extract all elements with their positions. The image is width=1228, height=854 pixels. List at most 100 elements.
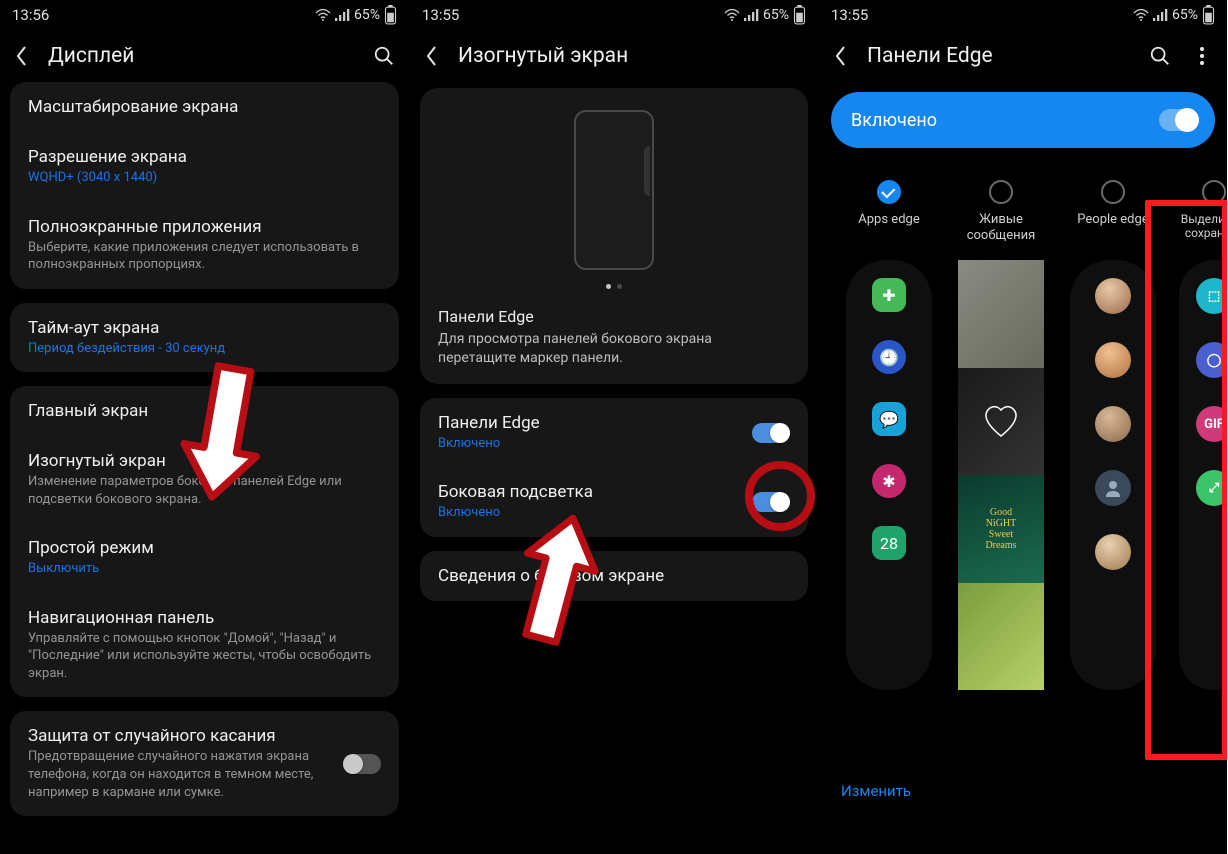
header: Изогнутый экран bbox=[410, 30, 818, 82]
label: Масштабирование экрана bbox=[28, 97, 381, 117]
edge-preview-card: Панели Edge Для просмотра панелей боково… bbox=[420, 88, 808, 384]
panel-select-save: Выделить и сохранить ⬚ ◯ GIF ⤢ bbox=[1179, 180, 1227, 768]
toggle-edge-lighting[interactable] bbox=[752, 492, 790, 512]
panel-live-messages: Живые сообщения GoodNiGHTSweetDreams bbox=[955, 180, 1047, 768]
image-thumb bbox=[958, 260, 1044, 368]
gallery-icon: ✱ bbox=[872, 464, 906, 498]
battery-pct: 65% bbox=[354, 7, 380, 23]
label: Простой режим bbox=[28, 538, 381, 558]
battery-icon bbox=[384, 5, 397, 25]
page-title: Изогнутый экран bbox=[458, 44, 804, 68]
tool-icon: ⬚ bbox=[1196, 278, 1227, 314]
preview-desc: Для просмотра панелей бокового экрана пе… bbox=[438, 330, 790, 368]
item-edge-panels[interactable]: Панели Edge Включено bbox=[420, 398, 808, 468]
panel-preview-tools[interactable]: ⬚ ◯ GIF ⤢ bbox=[1179, 260, 1227, 690]
panel-label: Выделить и сохранить bbox=[1179, 212, 1227, 246]
page-title: Панели Edge bbox=[867, 44, 1129, 68]
wifi-icon bbox=[724, 9, 740, 22]
toggle-accidental[interactable] bbox=[343, 754, 381, 774]
item-screen-scaling[interactable]: Масштабирование экрана bbox=[10, 82, 399, 132]
calendar-icon: 28 bbox=[872, 526, 906, 560]
avatar bbox=[1095, 278, 1131, 314]
sublabel: Управляйте с помощью кнопок "Домой", "На… bbox=[28, 630, 381, 683]
phone-screen-display: 13:56 65% Дисплей Масштабирование экрана… bbox=[0, 0, 409, 854]
search-icon[interactable] bbox=[373, 45, 395, 67]
checkbox-select[interactable] bbox=[1202, 180, 1226, 204]
status-time: 13:55 bbox=[831, 6, 868, 24]
image-thumb bbox=[958, 368, 1044, 476]
tool-icon: GIF bbox=[1196, 406, 1227, 442]
battery-pct: 65% bbox=[1172, 7, 1198, 23]
preview-title: Панели Edge bbox=[438, 307, 790, 326]
item-accidental-touch[interactable]: Защита от случайного касания Предотвраще… bbox=[10, 711, 399, 816]
panel-label: Живые сообщения bbox=[955, 212, 1047, 246]
panel-preview-live[interactable]: GoodNiGHTSweetDreams bbox=[958, 260, 1044, 690]
panel-people-edge: People edge bbox=[1067, 180, 1159, 768]
label: Сведения о боковом экране bbox=[438, 566, 790, 586]
clock-icon: 🕘 bbox=[872, 340, 906, 374]
signal-icon bbox=[335, 9, 350, 22]
label: Главный экран bbox=[28, 401, 381, 421]
tool-icon: ◯ bbox=[1196, 342, 1227, 378]
item-resolution[interactable]: Разрешение экрана WQHD+ (3040 x 1440) bbox=[10, 132, 399, 202]
item-edge-lighting[interactable]: Боковая подсветка Включено bbox=[420, 467, 808, 537]
checkbox-people[interactable] bbox=[1101, 180, 1125, 204]
wifi-icon bbox=[315, 9, 331, 22]
image-thumb: GoodNiGHTSweetDreams bbox=[958, 475, 1044, 583]
toggle-edge-panels[interactable] bbox=[752, 423, 790, 443]
header: Панели Edge bbox=[819, 30, 1227, 82]
battery-icon bbox=[793, 5, 806, 25]
item-edge-screen[interactable]: Изогнутый экран Изменение параметров бок… bbox=[10, 436, 399, 523]
status-right: 65% bbox=[315, 5, 397, 25]
more-icon[interactable] bbox=[1191, 45, 1213, 67]
item-timeout[interactable]: Тайм-аут экрана Период бездействия - 30 … bbox=[10, 303, 399, 373]
back-icon[interactable] bbox=[833, 44, 847, 68]
label: Разрешение экрана bbox=[28, 147, 381, 167]
label: Защита от случайного касания bbox=[28, 726, 329, 746]
avatar bbox=[1095, 342, 1131, 378]
status-bar: 13:56 65% bbox=[0, 0, 409, 30]
panels-scroll[interactable]: Apps edge ✚ 🕘 💬 ✱ 28 Живые сообщения Goo… bbox=[819, 180, 1227, 768]
label: Панели Edge bbox=[438, 413, 738, 433]
item-simple-mode[interactable]: Простой режим Выключить bbox=[10, 523, 399, 593]
panel-preview-people[interactable] bbox=[1070, 260, 1156, 690]
panel-label: People edge bbox=[1077, 212, 1148, 246]
item-fullscreen-apps[interactable]: Полноэкранные приложения Выберите, какие… bbox=[10, 202, 399, 289]
panel-preview-apps[interactable]: ✚ 🕘 💬 ✱ 28 bbox=[846, 260, 932, 690]
label: Навигационная панель bbox=[28, 608, 381, 628]
sublabel: Выключить bbox=[28, 560, 381, 578]
signal-icon bbox=[744, 9, 759, 22]
image-thumb bbox=[958, 583, 1044, 691]
sublabel: Включено bbox=[438, 504, 738, 522]
page-title: Дисплей bbox=[48, 44, 353, 68]
phone-screen-panels: 13:55 65% Панели Edge Включено Apps edge… bbox=[818, 0, 1227, 854]
label: Тайм-аут экрана bbox=[28, 318, 381, 338]
enabled-label: Включено bbox=[851, 110, 937, 131]
status-time: 13:55 bbox=[422, 6, 459, 24]
enabled-pill[interactable]: Включено bbox=[831, 92, 1215, 148]
status-time: 13:56 bbox=[12, 6, 49, 24]
checkbox-live[interactable] bbox=[989, 180, 1013, 204]
sublabel: Выберите, какие приложения следует испол… bbox=[28, 239, 381, 274]
status-right: 65% bbox=[1133, 5, 1215, 25]
search-icon[interactable] bbox=[1149, 45, 1171, 67]
battery-icon bbox=[1202, 5, 1215, 25]
sublabel: Изменение параметров боковых панелей Edg… bbox=[28, 473, 381, 508]
avatar bbox=[1095, 406, 1131, 442]
sublabel: Период бездействия - 30 секунд bbox=[28, 340, 381, 358]
item-about-edge[interactable]: Сведения о боковом экране bbox=[420, 551, 808, 601]
item-nav-bar[interactable]: Навигационная панель Управляйте с помощь… bbox=[10, 593, 399, 698]
signal-icon bbox=[1153, 9, 1168, 22]
item-home-screen[interactable]: Главный экран bbox=[10, 386, 399, 436]
label: Изогнутый экран bbox=[28, 451, 381, 471]
back-icon[interactable] bbox=[424, 44, 438, 68]
label: Боковая подсветка bbox=[438, 482, 738, 502]
checkbox-apps-edge[interactable] bbox=[877, 180, 901, 204]
edit-link[interactable]: Изменить bbox=[841, 782, 911, 800]
back-icon[interactable] bbox=[14, 44, 28, 68]
sublabel: WQHD+ (3040 x 1440) bbox=[28, 169, 381, 187]
app-icon: ✚ bbox=[872, 278, 906, 312]
panel-label: Apps edge bbox=[858, 212, 919, 246]
toggle-enabled[interactable] bbox=[1159, 109, 1199, 131]
avatar-placeholder bbox=[1095, 470, 1131, 506]
